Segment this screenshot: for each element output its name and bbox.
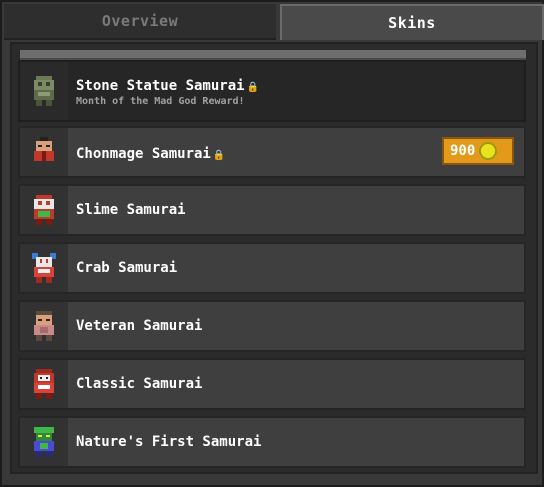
skin-thumbnail bbox=[20, 302, 68, 350]
lock-icon: 🔒 bbox=[212, 149, 226, 161]
skin-name: Crab Samurai bbox=[76, 260, 178, 276]
scroll-indicator[interactable] bbox=[20, 50, 526, 60]
skins-list-panel[interactable]: Stone Statue Samurai 🔒 Month of the Mad G… bbox=[10, 42, 538, 474]
skin-row-slime[interactable]: Slime Samurai bbox=[18, 184, 526, 236]
slime-samurai-sprite-icon bbox=[34, 195, 54, 225]
skin-thumbnail bbox=[20, 186, 68, 234]
skin-name: Slime Samurai bbox=[76, 202, 186, 218]
tab-bar: Overview Skins bbox=[4, 4, 544, 42]
tab-skins[interactable]: Skins bbox=[280, 4, 544, 40]
skin-thumbnail bbox=[20, 360, 68, 408]
lock-icon: 🔒 bbox=[246, 82, 260, 93]
skin-thumbnail bbox=[20, 418, 68, 466]
crab-samurai-sprite-icon bbox=[32, 253, 56, 283]
gold-coin-icon bbox=[479, 142, 498, 160]
skin-row-classic[interactable]: Classic Samurai bbox=[18, 358, 526, 410]
skin-row-crab[interactable]: Crab Samurai bbox=[18, 242, 526, 294]
skin-row-chonmage[interactable]: Chonmage Samurai 🔒 900 bbox=[18, 126, 526, 178]
skin-row-stone-statue[interactable]: Stone Statue Samurai 🔒 Month of the Mad G… bbox=[18, 60, 526, 122]
veteran-samurai-sprite-icon bbox=[34, 311, 54, 341]
skins-list: Stone Statue Samurai 🔒 Month of the Mad G… bbox=[18, 60, 526, 472]
skin-unlock-note: Month of the Mad God Reward! bbox=[76, 96, 245, 107]
skin-name: Classic Samurai bbox=[76, 376, 203, 392]
skin-name: Nature's First Samurai bbox=[76, 434, 262, 450]
tab-overview[interactable]: Overview bbox=[4, 4, 276, 40]
skin-name: Stone Statue Samurai bbox=[76, 78, 245, 94]
skin-row-veteran[interactable]: Veteran Samurai bbox=[18, 300, 526, 352]
chonmage-samurai-sprite-icon bbox=[34, 137, 54, 167]
classic-samurai-sprite-icon bbox=[34, 369, 54, 399]
skins-window: Overview Skins Stone Statue Samurai 🔒 Mo… bbox=[0, 0, 544, 487]
skin-row-natures-first[interactable]: Nature's First Samurai bbox=[18, 416, 526, 468]
buy-skin-button[interactable]: 900 bbox=[442, 137, 514, 165]
skin-name: Chonmage Samurai bbox=[76, 145, 211, 162]
nature-samurai-sprite-icon bbox=[34, 427, 54, 457]
skin-thumbnail bbox=[20, 62, 68, 120]
skin-thumbnail bbox=[20, 244, 68, 292]
stone-samurai-sprite-icon bbox=[34, 76, 54, 106]
skin-name: Veteran Samurai bbox=[76, 318, 203, 334]
price-value: 900 bbox=[450, 143, 476, 159]
skin-thumbnail bbox=[20, 128, 68, 176]
